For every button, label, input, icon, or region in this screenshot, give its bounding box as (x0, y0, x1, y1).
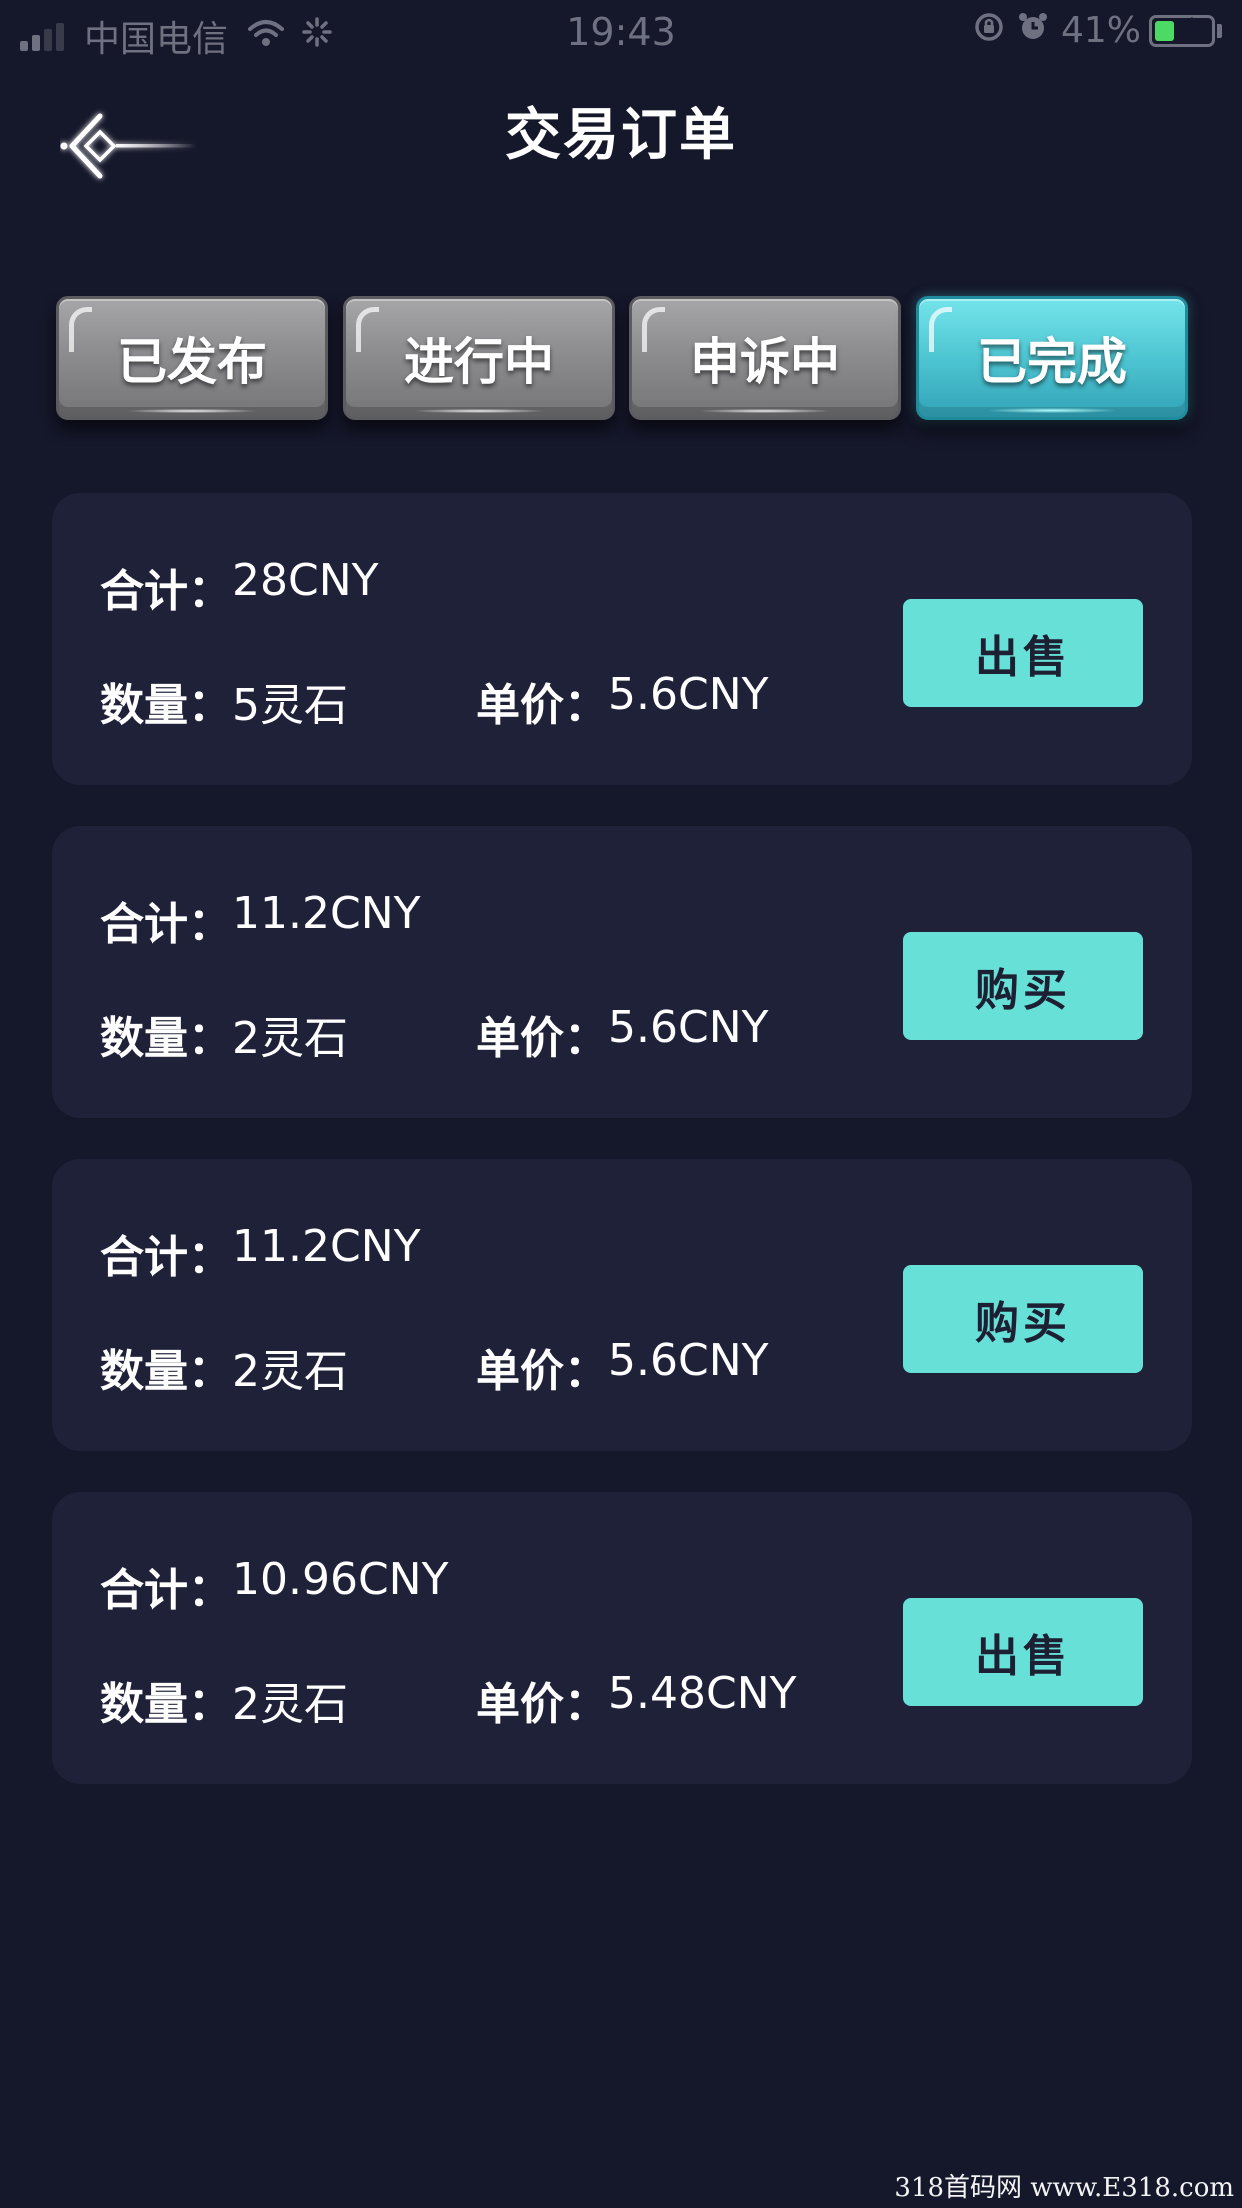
order-total-row: 合计： 28CNY (100, 555, 379, 619)
rotation-lock-icon (973, 11, 1005, 51)
order-detail-row: 数量： 2灵石 单价： 5.6CNY (100, 1002, 769, 1066)
order-detail-row: 数量： 2灵石 单价： 5.6CNY (100, 1335, 769, 1399)
price-value: 5.6CNY (608, 1002, 769, 1053)
quantity-label: 数量： (100, 1013, 232, 1064)
sell-button[interactable]: 出售 (903, 1598, 1143, 1706)
order-card: 合计： 11.2CNY 数量： 2灵石 单价： 5.6CNY 购买 (52, 826, 1192, 1118)
quantity-value: 5灵石 (232, 680, 348, 731)
order-card: 合计： 10.96CNY 数量： 2灵石 单价： 5.48CNY 出售 (52, 1492, 1192, 1784)
quantity-label: 数量： (100, 680, 232, 731)
price-value: 5.6CNY (608, 669, 769, 720)
watermark: 318首码网 www.E318.com (894, 2173, 1234, 2203)
quantity-label: 数量： (100, 1346, 232, 1397)
quantity-value: 2灵石 (232, 1346, 348, 1397)
total-label: 合计： (100, 566, 232, 617)
quantity-group: 数量： 2灵石 (100, 1002, 476, 1066)
status-right: 41% ⚡ (973, 10, 1222, 51)
order-card: 合计： 28CNY 数量： 5灵石 单价： 5.6CNY 出售 (52, 493, 1192, 785)
total-value: 11.2CNY (232, 1221, 421, 1272)
order-total-row: 合计： 10.96CNY (100, 1554, 448, 1618)
battery-percent: 41% (1060, 10, 1141, 51)
total-label: 合计： (100, 899, 232, 950)
sell-button[interactable]: 出售 (903, 599, 1143, 707)
total-value: 11.2CNY (232, 888, 421, 939)
page-title: 交易订单 (505, 103, 737, 168)
price-group: 单价： 5.6CNY (476, 1335, 769, 1399)
price-label: 单价： (476, 1346, 608, 1397)
tab-bar: 已发布 进行中 申诉中 已完成 (56, 296, 1188, 420)
price-label: 单价： (476, 680, 608, 731)
page: 中国电信 19:43 41% ⚡ 交易订单 已发布 进行中 申诉中 已完成 合计… (0, 0, 1242, 2208)
order-detail-row: 数量： 5灵石 单价： 5.6CNY (100, 669, 769, 733)
total-label: 合计： (100, 1232, 232, 1283)
total-label: 合计： (100, 1565, 232, 1616)
price-group: 单价： 5.6CNY (476, 669, 769, 733)
total-value: 28CNY (232, 555, 379, 606)
quantity-value: 2灵石 (232, 1679, 348, 1730)
quantity-group: 数量： 5灵石 (100, 669, 476, 733)
buy-button[interactable]: 购买 (903, 932, 1143, 1040)
order-detail-row: 数量： 2灵石 单价： 5.48CNY (100, 1668, 796, 1732)
order-total-row: 合计： 11.2CNY (100, 1221, 420, 1285)
status-bar: 中国电信 19:43 41% ⚡ (0, 0, 1242, 62)
quantity-value: 2灵石 (232, 1013, 348, 1064)
alarm-icon (1017, 11, 1049, 51)
tab-appeal[interactable]: 申诉中 (629, 296, 901, 420)
price-label: 单价： (476, 1679, 608, 1730)
order-card: 合计： 11.2CNY 数量： 2灵石 单价： 5.6CNY 购买 (52, 1159, 1192, 1451)
battery-cap (1217, 23, 1222, 38)
buy-button[interactable]: 购买 (903, 1265, 1143, 1373)
tab-published[interactable]: 已发布 (56, 296, 328, 420)
price-value: 5.6CNY (608, 1335, 769, 1386)
total-value: 10.96CNY (232, 1554, 449, 1605)
quantity-label: 数量： (100, 1679, 232, 1730)
quantity-group: 数量： 2灵石 (100, 1668, 476, 1732)
price-group: 单价： 5.48CNY (476, 1668, 796, 1732)
battery-icon: ⚡ (1149, 12, 1215, 47)
tab-completed[interactable]: 已完成 (916, 296, 1188, 420)
quantity-group: 数量： 2灵石 (100, 1335, 476, 1399)
price-group: 单价： 5.6CNY (476, 1002, 769, 1066)
price-label: 单价： (476, 1013, 608, 1064)
order-total-row: 合计： 11.2CNY (100, 888, 420, 952)
price-value: 5.48CNY (608, 1668, 797, 1719)
tab-in-progress[interactable]: 进行中 (343, 296, 615, 420)
